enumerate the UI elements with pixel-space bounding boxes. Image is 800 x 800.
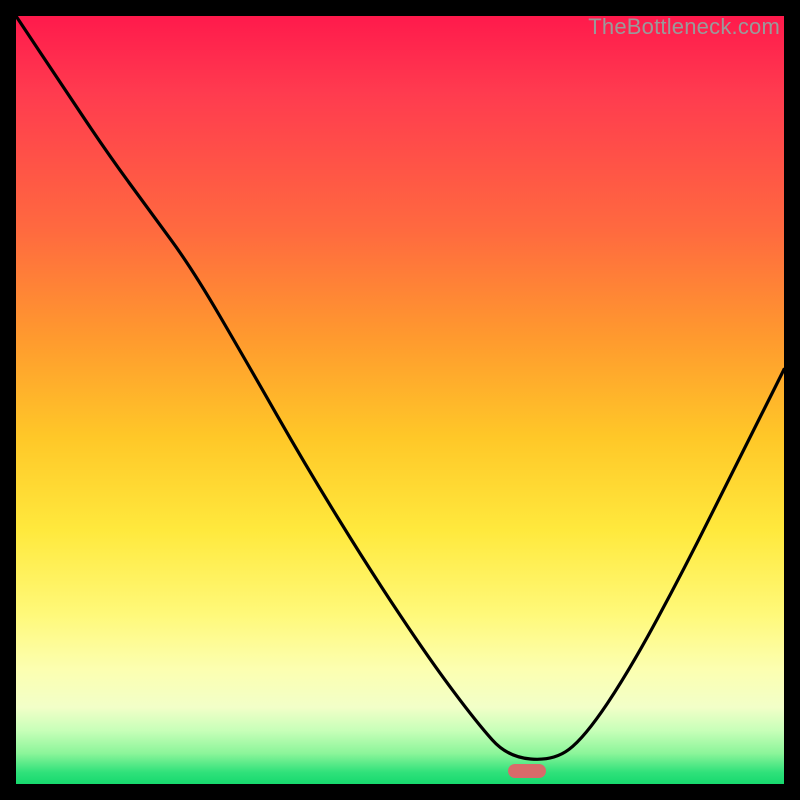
optimal-point-marker [508, 764, 546, 778]
bottleneck-curve [16, 16, 784, 784]
chart-frame: TheBottleneck.com [0, 0, 800, 800]
watermark-text: TheBottleneck.com [588, 16, 780, 40]
plot-area: TheBottleneck.com [16, 16, 784, 784]
